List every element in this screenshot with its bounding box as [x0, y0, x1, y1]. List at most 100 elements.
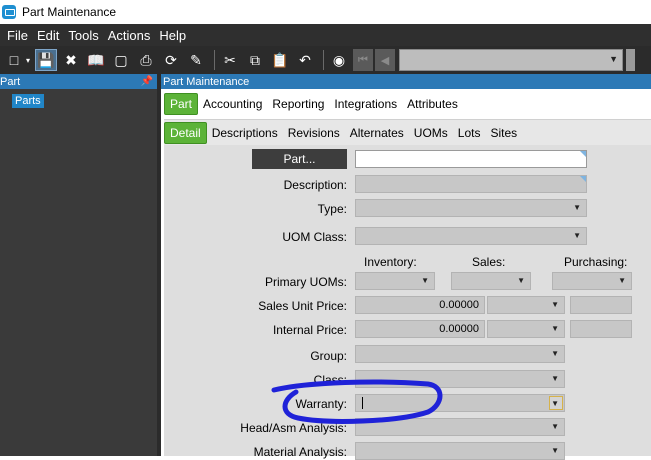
main-panel: Part Maintenance Part Accounting Reporti… — [161, 74, 651, 460]
uom-class-select[interactable]: ▼ — [355, 227, 587, 245]
chevron-down-icon: ▼ — [573, 231, 581, 240]
tree-panel-header: Part 📌 — [0, 74, 157, 89]
open-book-icon[interactable]: 📖 — [85, 49, 107, 71]
part-detail-form: Part... Description: Type: ▼ UOM Class: … — [164, 145, 651, 460]
tree-panel: Part 📌 Parts — [0, 74, 157, 456]
tab-descriptions[interactable]: Descriptions — [207, 122, 283, 144]
group-select[interactable]: ▼ — [355, 345, 565, 363]
sub-tab-strip: Detail Descriptions Revisions Alternates… — [164, 119, 651, 145]
chevron-down-icon: ▼ — [517, 276, 525, 285]
menu-help[interactable]: Help — [155, 28, 190, 43]
part-input[interactable] — [355, 150, 587, 168]
app-window-icon — [2, 5, 16, 19]
new-icon[interactable]: □ — [3, 49, 25, 71]
chevron-down-icon: ▼ — [551, 422, 559, 431]
refresh-icon[interactable]: ⟳ — [160, 49, 182, 71]
clear-icon[interactable]: ▢ — [110, 49, 132, 71]
pin-icon[interactable]: 📌 — [141, 76, 153, 87]
uom-class-label: UOM Class: — [282, 230, 347, 244]
inventory-uom-select[interactable]: ▼ — [355, 272, 435, 290]
required-corner-icon — [580, 151, 586, 157]
chevron-down-icon: ▼ — [618, 276, 626, 285]
class-select[interactable]: ▼ — [355, 370, 565, 388]
tab-lots[interactable]: Lots — [453, 122, 486, 144]
search-binoculars-icon[interactable]: ◉ — [328, 49, 350, 71]
chevron-down-icon: ▼ — [609, 54, 618, 64]
sales-column-header: Sales: — [472, 255, 506, 269]
head-asm-analysis-select[interactable]: ▼ — [355, 418, 565, 436]
internal-price-extra-field[interactable] — [570, 320, 632, 338]
chevron-down-icon: ▼ — [551, 446, 559, 455]
chevron-down-icon: ▼ — [551, 300, 559, 309]
part-button[interactable]: Part... — [252, 149, 347, 169]
toolbar-separator — [214, 50, 215, 70]
type-label: Type: — [317, 202, 347, 216]
menu-edit[interactable]: Edit — [33, 28, 63, 43]
purchasing-uom-select[interactable]: ▼ — [552, 272, 632, 290]
undo-icon[interactable]: ↶ — [294, 49, 316, 71]
chevron-down-icon: ▼ — [551, 324, 559, 333]
description-field[interactable] — [355, 175, 587, 193]
menu-actions[interactable]: Actions — [104, 28, 155, 43]
sweep-icon[interactable]: ✎ — [185, 49, 207, 71]
main-panel-header: Part Maintenance — [161, 74, 651, 89]
new-dropdown-icon[interactable]: ▾ — [24, 49, 32, 71]
chevron-down-icon: ▼ — [421, 276, 429, 285]
sales-price-extra-field[interactable] — [570, 296, 632, 314]
material-analysis-select[interactable]: ▼ — [355, 442, 565, 460]
previous-record-icon[interactable]: ◀ — [375, 49, 395, 71]
copy-icon[interactable]: ⧉ — [244, 49, 266, 71]
window-title: Part Maintenance — [22, 5, 117, 19]
required-corner-icon — [580, 176, 586, 182]
menu-file[interactable]: File — [3, 28, 32, 43]
sales-unit-price-value: 0.00000 — [439, 299, 479, 311]
tab-revisions[interactable]: Revisions — [283, 122, 345, 144]
internal-price-field[interactable]: 0.00000 — [355, 320, 485, 338]
tab-sites[interactable]: Sites — [485, 122, 522, 144]
tab-detail[interactable]: Detail — [164, 121, 207, 144]
save-icon[interactable]: 💾 — [35, 49, 57, 71]
warranty-dropdown-button[interactable]: ▼ — [549, 396, 563, 410]
inventory-column-header: Inventory: — [364, 255, 417, 269]
tab-uoms[interactable]: UOMs — [409, 122, 453, 144]
first-record-icon[interactable]: ⏮ — [353, 49, 373, 71]
menu-bar: File Edit Tools Actions Help — [0, 24, 651, 46]
tab-attributes[interactable]: Attributes — [402, 93, 463, 115]
chevron-down-icon: ▼ — [551, 399, 559, 408]
tree-panel-title: Part — [0, 75, 21, 88]
head-asm-analysis-label: Head/Asm Analysis: — [240, 421, 347, 435]
class-label: Class: — [313, 373, 347, 387]
type-select[interactable]: ▼ — [355, 199, 587, 217]
tab-integrations[interactable]: Integrations — [329, 93, 402, 115]
menu-tools[interactable]: Tools — [64, 28, 102, 43]
internal-price-label: Internal Price: — [272, 323, 347, 337]
text-caret — [362, 397, 363, 409]
internal-price-value: 0.00000 — [439, 323, 479, 335]
warranty-select[interactable]: ▼ — [355, 394, 565, 412]
print-icon[interactable]: ⎙ — [135, 49, 157, 71]
group-label: Group: — [310, 349, 347, 363]
sales-uom-select[interactable]: ▼ — [451, 272, 531, 290]
paste-icon[interactable]: 📋 — [269, 49, 291, 71]
record-selector[interactable]: ▼ — [399, 49, 623, 71]
tab-alternates[interactable]: Alternates — [345, 122, 409, 144]
material-analysis-label: Material Analysis: — [253, 445, 347, 459]
internal-price-uom-select[interactable]: ▼ — [487, 320, 565, 338]
chevron-down-icon: ▼ — [551, 349, 559, 358]
chevron-down-icon: ▼ — [551, 374, 559, 383]
cut-icon[interactable]: ✂ — [219, 49, 241, 71]
tab-part[interactable]: Part — [164, 93, 199, 115]
toolbar-overflow[interactable] — [626, 49, 635, 71]
title-bar: Part Maintenance — [0, 0, 651, 24]
sales-unit-price-field[interactable]: 0.00000 — [355, 296, 485, 314]
chevron-down-icon: ▼ — [573, 203, 581, 212]
sales-price-uom-select[interactable]: ▼ — [487, 296, 565, 314]
sales-unit-price-label: Sales Unit Price: — [258, 299, 347, 313]
tree-node-parts[interactable]: Parts — [12, 94, 44, 108]
delete-icon[interactable]: ✖ — [60, 49, 82, 71]
toolbar-separator — [323, 50, 324, 70]
tab-reporting[interactable]: Reporting — [267, 93, 329, 115]
warranty-label: Warranty: — [295, 397, 347, 411]
tab-accounting[interactable]: Accounting — [198, 93, 267, 115]
purchasing-column-header: Purchasing: — [564, 255, 628, 269]
